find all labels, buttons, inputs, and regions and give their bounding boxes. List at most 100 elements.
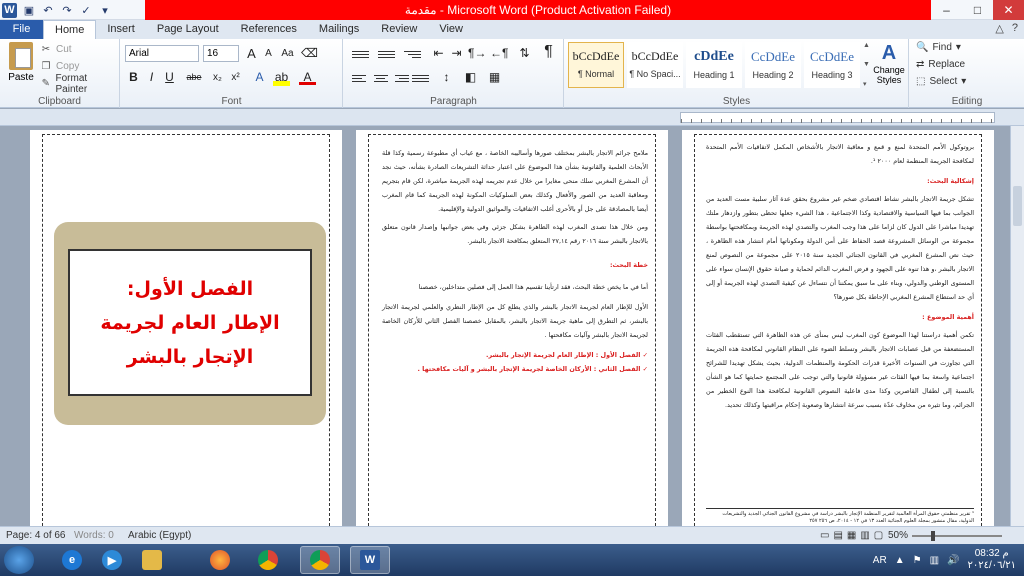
vertical-scrollbar[interactable]	[1010, 126, 1024, 526]
underline-button[interactable]: U	[161, 69, 178, 86]
horizontal-ruler[interactable]	[680, 112, 995, 123]
taskbar-explorer[interactable]	[132, 546, 172, 574]
close-button[interactable]: ✕	[993, 0, 1024, 20]
taskbar-media-player[interactable]: ▶	[92, 546, 132, 574]
style-no-spacing[interactable]: bCcDdEe ¶ No Spaci...	[627, 42, 683, 88]
find-button[interactable]: 🔍 Find ▾	[916, 42, 961, 53]
tab-file[interactable]: File	[0, 20, 43, 39]
style-normal[interactable]: bCcDdEe ¶ Normal	[568, 42, 624, 88]
taskbar-chrome-1[interactable]	[248, 546, 288, 574]
flag-icon[interactable]: ⚑	[913, 555, 922, 566]
shading-icon[interactable]: ◧	[462, 69, 479, 86]
tab-page-layout[interactable]: Page Layout	[146, 20, 230, 39]
editing-group: 🔍 Find ▾ ⇄ Replace ⬚ Select ▾ Editing	[910, 39, 1024, 108]
line-spacing-icon[interactable]: ↕	[438, 69, 455, 86]
document-area[interactable]: الفصل الأول: الإطار العام لجريمة الإتجار…	[0, 126, 1010, 526]
bullets-icon[interactable]	[352, 46, 369, 62]
save-icon[interactable]: ▣	[22, 3, 36, 17]
view-buttons[interactable]: ▭▤▦▥▢	[820, 530, 887, 541]
tab-mailings[interactable]: Mailings	[308, 20, 370, 39]
align-center-icon[interactable]	[372, 70, 389, 86]
align-left-icon[interactable]	[352, 70, 369, 86]
taskbar-chrome-2[interactable]	[300, 546, 340, 574]
multilevel-list-icon[interactable]	[404, 46, 421, 62]
taskbar-firefox[interactable]	[200, 546, 240, 574]
zoom-slider[interactable]	[912, 531, 1002, 541]
spelling-icon[interactable]: ✓	[79, 3, 93, 17]
word-count[interactable]: Words: 0	[74, 530, 114, 541]
minimize-button[interactable]: –	[931, 0, 962, 20]
ribbon-tabs: File Home Insert Page Layout References …	[0, 20, 1024, 39]
grow-font-button[interactable]: A	[243, 45, 260, 62]
change-styles-button[interactable]: A Change Styles	[870, 41, 908, 85]
font-color-icon[interactable]: A	[299, 69, 316, 85]
minimize-ribbon-icon[interactable]: △	[995, 22, 1003, 35]
show-hidden-icons-icon[interactable]: ▲	[895, 555, 905, 566]
style-heading-1[interactable]: cDdEe Heading 1	[686, 42, 742, 88]
text-effects-icon[interactable]: A	[251, 69, 268, 86]
clock-date: ٢٠٢٤/٠٦/٢١	[967, 560, 1016, 571]
clear-formatting-icon[interactable]: ⌫	[301, 45, 318, 62]
highlight-icon[interactable]: ab	[273, 69, 290, 86]
scroll-thumb[interactable]	[1013, 186, 1022, 226]
replace-button[interactable]: ⇄ Replace	[916, 59, 965, 70]
italic-button[interactable]: I	[143, 69, 160, 86]
show-formatting-button[interactable]: ¶	[540, 43, 557, 60]
bold-button[interactable]: B	[125, 69, 142, 86]
find-icon: 🔍	[916, 42, 929, 53]
rtl-direction-icon[interactable]: ←¶	[490, 45, 508, 62]
help-icon[interactable]: ?	[1012, 22, 1018, 35]
title-bar: W ▣ ↶ ↷ ✓ ▾ مقدمة - Microsoft Word (Prod…	[0, 0, 1024, 20]
justify-icon[interactable]	[412, 70, 429, 86]
language-indicator[interactable]: Arabic (Egypt)	[128, 530, 191, 541]
borders-icon[interactable]: ▦	[486, 69, 503, 86]
paragraph: أما في ما يخص خطة البحث، فقد ارتأينا تقس…	[418, 283, 648, 291]
cut-button[interactable]: ✂ Cut	[40, 42, 72, 57]
zoom-level[interactable]: 50%	[888, 530, 908, 541]
ltr-direction-icon[interactable]: ¶→	[468, 45, 486, 62]
paste-button[interactable]: Paste	[6, 42, 36, 87]
tab-home[interactable]: Home	[43, 20, 97, 39]
align-right-icon[interactable]	[392, 70, 409, 86]
increase-indent-icon[interactable]: ⇥	[448, 45, 465, 62]
style-heading-2[interactable]: CcDdEe Heading 2	[745, 42, 801, 88]
undo-icon[interactable]: ↶	[41, 3, 55, 17]
network-icon[interactable]: ▥	[930, 555, 939, 566]
sort-icon[interactable]: ⇅	[516, 45, 533, 62]
numbering-icon[interactable]	[378, 46, 395, 62]
tab-review[interactable]: Review	[370, 20, 428, 39]
customize-icon[interactable]: ▾	[98, 3, 112, 17]
styles-group-label: Styles	[722, 96, 751, 107]
volume-icon[interactable]: 🔊	[947, 555, 959, 566]
system-tray: AR ▲ ⚑ ▥ 🔊 08:32 م ٢٠٢٤/٠٦/٢١	[873, 544, 1024, 576]
format-painter-button[interactable]: ✎ Format Painter	[40, 73, 119, 95]
chapter-title-box: الفصل الأول: الإطار العام لجريمة الإتجار…	[68, 249, 312, 396]
language-bar[interactable]: AR	[873, 555, 887, 566]
tab-insert[interactable]: Insert	[96, 20, 146, 39]
taskbar-word[interactable]: W	[350, 546, 390, 574]
taskbar-ie[interactable]: e	[52, 546, 92, 574]
tab-view[interactable]: View	[428, 20, 474, 39]
style-sample: CcDdEe	[750, 49, 796, 64]
subscript-button[interactable]: x₂	[209, 69, 226, 86]
plan-item: ✓ الفصل الأول : الإطار العام لجريمة الإت…	[486, 351, 648, 359]
strikethrough-button[interactable]: abe	[183, 69, 205, 86]
zoom-slider-thumb[interactable]	[931, 531, 935, 541]
style-heading-3[interactable]: CcDdEe Heading 3	[804, 42, 860, 88]
start-button[interactable]	[4, 546, 34, 574]
superscript-button[interactable]: x²	[227, 69, 244, 86]
change-styles-label: Change Styles	[873, 65, 905, 85]
shrink-font-button[interactable]: A	[260, 45, 277, 62]
font-name-input[interactable]: Arial	[125, 45, 199, 62]
tab-references[interactable]: References	[230, 20, 308, 39]
word-icon[interactable]: W	[2, 2, 17, 18]
style-sample: bCcDdEe	[572, 49, 620, 63]
redo-icon[interactable]: ↷	[60, 3, 74, 17]
font-size-input[interactable]: 16	[203, 45, 239, 62]
maximize-button[interactable]: □	[962, 0, 993, 20]
change-case-button[interactable]: Aa	[279, 45, 296, 62]
select-button[interactable]: ⬚ Select ▾	[916, 76, 966, 87]
page-count[interactable]: Page: 4 of 66	[6, 530, 66, 541]
decrease-indent-icon[interactable]: ⇤	[430, 45, 447, 62]
clock[interactable]: 08:32 م ٢٠٢٤/٠٦/٢١	[967, 548, 1016, 572]
